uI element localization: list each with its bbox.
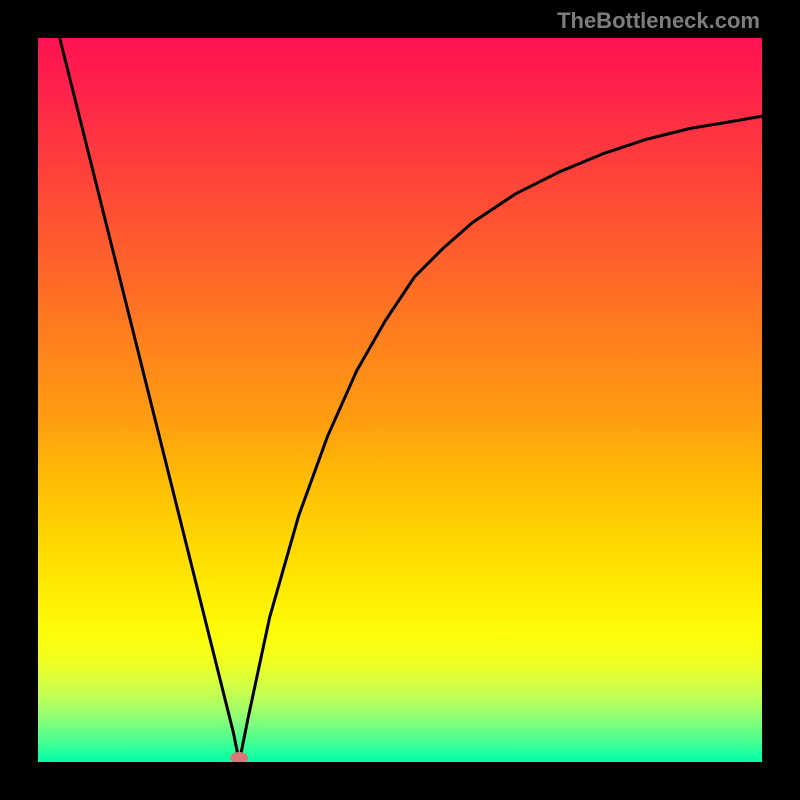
watermark: TheBottleneck.com — [557, 8, 760, 34]
plot-area — [38, 38, 762, 762]
chart-container: TheBottleneck.com — [0, 0, 800, 800]
marker-svg — [38, 38, 762, 762]
curve-svg — [38, 38, 762, 762]
